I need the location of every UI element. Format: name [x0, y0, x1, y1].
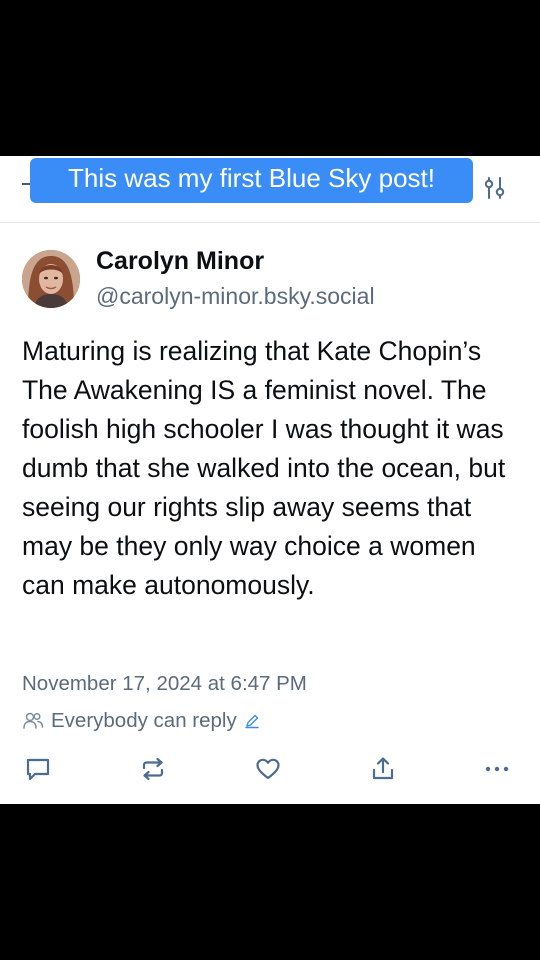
more-button[interactable]: [482, 754, 512, 784]
avatar-image: [22, 250, 80, 308]
heart-icon: [256, 758, 280, 780]
post-actions: [0, 754, 540, 784]
author-name[interactable]: Carolyn Minor: [96, 247, 264, 276]
repost-icon: [142, 757, 164, 781]
comment-icon: [26, 758, 50, 781]
back-button-fragment[interactable]: [22, 183, 30, 185]
author-handle[interactable]: @carolyn-minor.bsky.social: [96, 283, 375, 310]
post-timestamp: November 17, 2024 at 6:47 PM: [22, 672, 307, 695]
share-button[interactable]: [368, 754, 398, 784]
avatar[interactable]: [22, 250, 80, 308]
more-icon: [485, 766, 509, 772]
post-text: Maturing is realizing that Kate Chopin’s…: [22, 336, 506, 600]
repost-button[interactable]: [138, 754, 168, 784]
reply-settings[interactable]: Everybody can reply: [22, 708, 260, 734]
overlay-caption: This was my first Blue Sky post!: [30, 158, 473, 203]
header-bar: This was my first Blue Sky post!: [0, 156, 540, 223]
top-letterbox: [0, 0, 540, 156]
people-icon: [23, 712, 44, 729]
sliders-icon[interactable]: [482, 175, 508, 201]
post-thread-view: This was my first Blue Sky post! Carolyn…: [0, 156, 540, 804]
bottom-letterbox: [0, 804, 540, 960]
share-icon: [372, 757, 394, 780]
reply-settings-label: Everybody can reply: [51, 709, 237, 732]
pencil-icon[interactable]: [244, 713, 260, 729]
reply-button[interactable]: [23, 754, 53, 784]
like-button[interactable]: [253, 754, 283, 784]
